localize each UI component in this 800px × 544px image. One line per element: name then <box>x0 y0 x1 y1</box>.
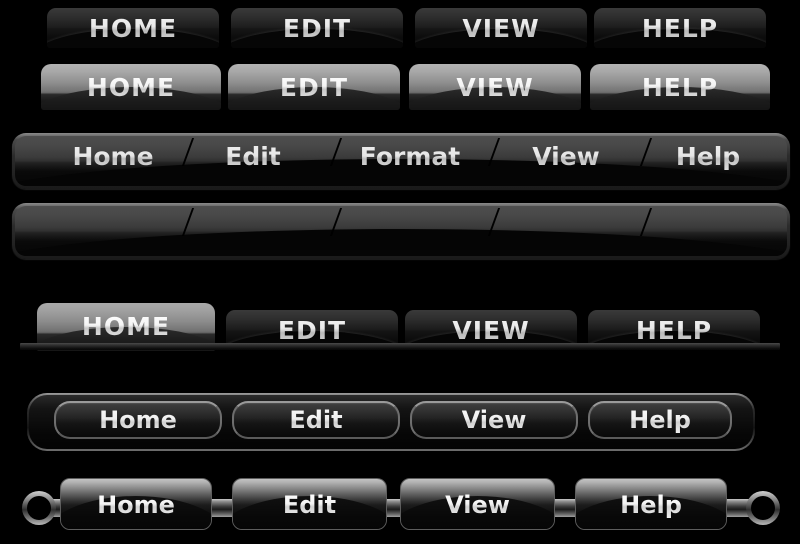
pill-button-edit[interactable]: Edit <box>232 401 400 439</box>
nav-item-home[interactable]: Home <box>43 136 183 186</box>
rail-button-home-label: Home <box>61 491 211 519</box>
tab-view-label: VIEW <box>405 316 577 345</box>
nav-item-format[interactable]: Format <box>325 136 495 186</box>
button-edit-glossy[interactable]: EDIT <box>228 64 400 110</box>
segmented-navbar-empty <box>12 203 790 259</box>
nav-item-edit-label: Edit <box>225 142 281 171</box>
tab-home-label: HOME <box>37 312 215 341</box>
nav-divider <box>487 208 501 236</box>
tab-help[interactable]: HELP <box>588 310 760 350</box>
rail-button-edit-label: Edit <box>233 491 386 519</box>
rail-button-home[interactable]: Home <box>60 478 212 530</box>
nav-item-edit[interactable]: Edit <box>193 136 313 186</box>
nav-item-help[interactable]: Help <box>643 136 773 186</box>
button-edit-flat-label: EDIT <box>231 14 403 43</box>
segmented-navbar-empty-surface <box>15 206 787 256</box>
segmented-navbar: Home Edit Format View Help <box>12 133 790 189</box>
nav-item-help-label: Help <box>675 142 741 171</box>
pill-button-home[interactable]: Home <box>54 401 222 439</box>
tab-edit-label: EDIT <box>226 316 398 345</box>
pill-button-help[interactable]: Help <box>588 401 732 439</box>
pill-toolbar-surface: Home Edit View Help <box>29 395 753 449</box>
button-home-glossy-label: HOME <box>41 73 221 102</box>
button-home-flat-label: HOME <box>47 14 219 43</box>
button-edit-flat[interactable]: EDIT <box>231 8 403 48</box>
tab-help-label: HELP <box>588 316 760 345</box>
nav-item-home-label: Home <box>72 142 154 171</box>
pill-button-home-label: Home <box>99 406 177 434</box>
button-edit-glossy-label: EDIT <box>228 73 400 102</box>
rail-end-cap-right <box>746 491 780 525</box>
button-home-flat[interactable]: HOME <box>47 8 219 48</box>
pill-button-edit-label: Edit <box>289 406 343 434</box>
rail-end-cap-left <box>22 491 56 525</box>
segmented-navbar-surface: Home Edit Format View Help <box>15 136 787 186</box>
nav-item-view[interactable]: View <box>501 136 631 186</box>
nav-divider <box>329 208 343 236</box>
button-view-glossy[interactable]: VIEW <box>409 64 581 110</box>
button-help-glossy-label: HELP <box>590 73 770 102</box>
tab-view[interactable]: VIEW <box>405 310 577 350</box>
nav-divider <box>181 208 195 236</box>
rail-button-help[interactable]: Help <box>575 478 727 530</box>
rail-button-help-label: Help <box>576 491 726 519</box>
rail-button-view[interactable]: View <box>400 478 555 530</box>
button-set-showcase: HOME EDIT VIEW HELP HOME EDIT VIEW HELP <box>0 0 800 544</box>
nav-item-format-label: Format <box>359 142 461 171</box>
pill-button-view[interactable]: View <box>410 401 578 439</box>
button-view-flat-label: VIEW <box>415 14 587 43</box>
nav-divider <box>639 208 653 236</box>
pill-button-help-label: Help <box>629 406 691 434</box>
button-help-glossy[interactable]: HELP <box>590 64 770 110</box>
pill-button-view-label: View <box>461 406 527 434</box>
button-view-glossy-label: VIEW <box>409 73 581 102</box>
rail-button-edit[interactable]: Edit <box>232 478 387 530</box>
button-help-flat-label: HELP <box>594 14 766 43</box>
button-view-flat[interactable]: VIEW <box>415 8 587 48</box>
pill-toolbar: Home Edit View Help <box>27 393 755 451</box>
tab-edit[interactable]: EDIT <box>226 310 398 350</box>
rail-button-view-label: View <box>401 491 554 519</box>
nav-item-view-label: View <box>532 142 600 171</box>
button-help-flat[interactable]: HELP <box>594 8 766 48</box>
button-home-glossy[interactable]: HOME <box>41 64 221 110</box>
